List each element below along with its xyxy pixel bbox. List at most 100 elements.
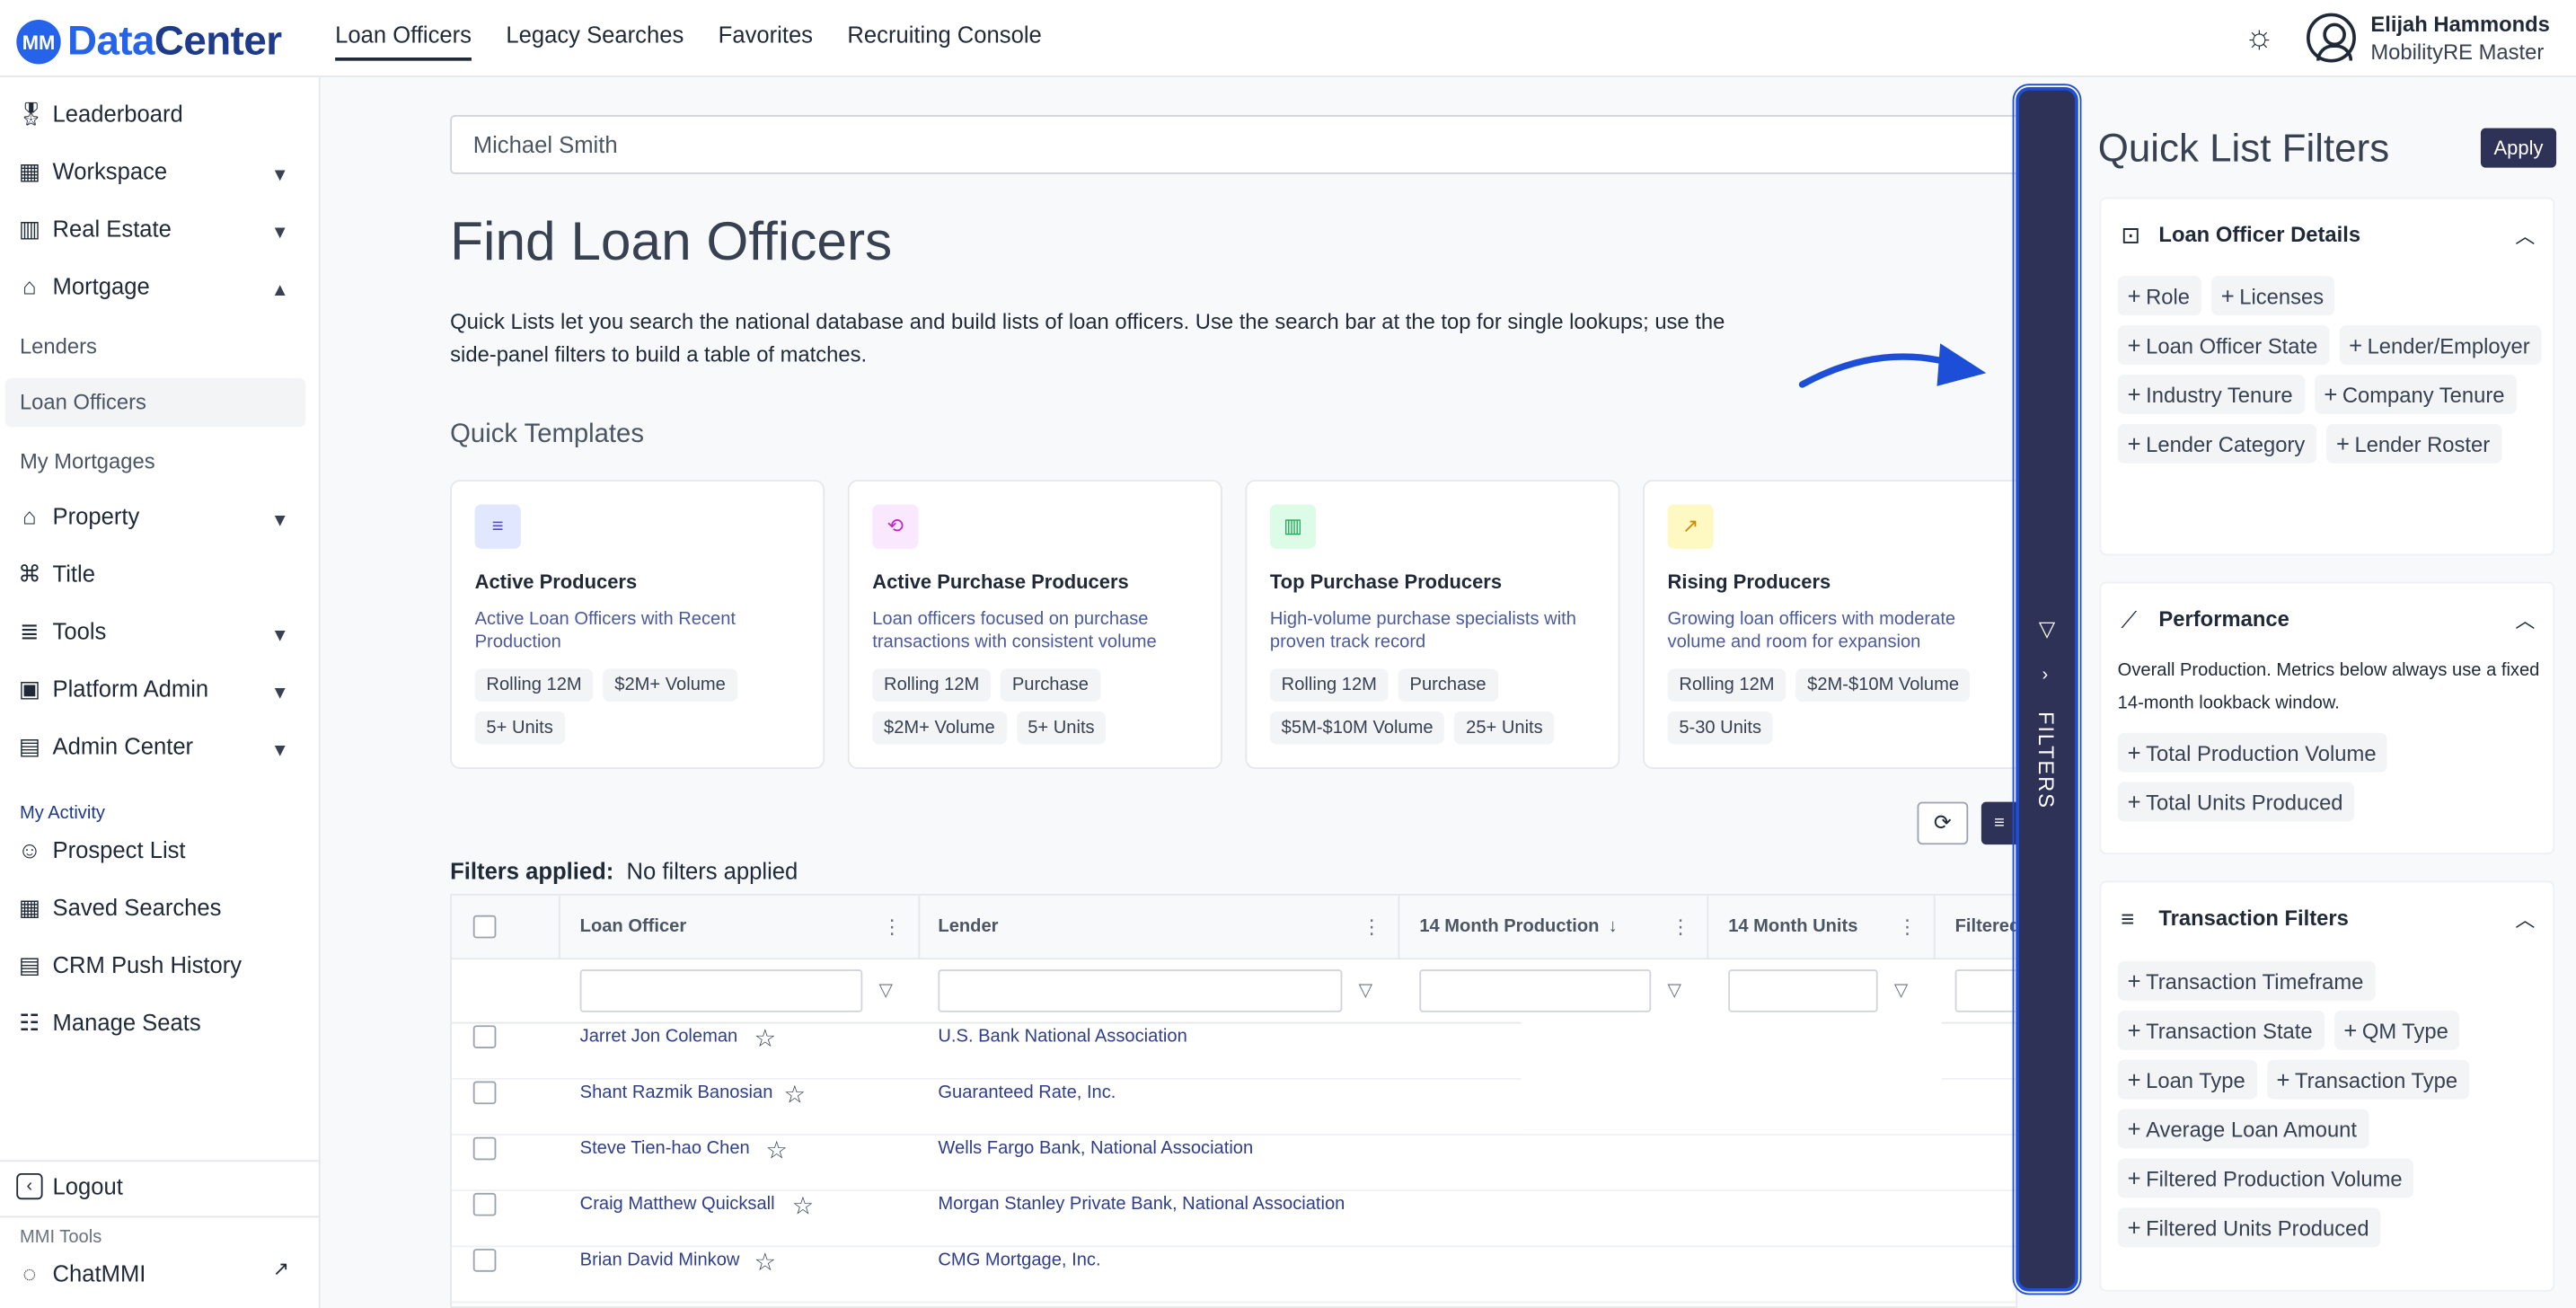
star-icon[interactable]: ☆ (765, 1136, 788, 1165)
sidebar-item-title[interactable]: ⌘ Title (16, 561, 95, 587)
lender-link[interactable]: Wells Fargo Bank, National Association (938, 1139, 1253, 1159)
filter-toggle-button[interactable]: ≡ (1981, 801, 2018, 845)
filter-pill-average-loan-amount[interactable]: Average Loan Amount (2117, 1109, 2369, 1149)
column-header-14-month-units[interactable]: 14 Month Units (1728, 917, 1857, 937)
row-checkbox[interactable] (472, 1081, 497, 1105)
filter-pill-company-tenure[interactable]: Company Tenure (2314, 375, 2517, 414)
loan-officer-link[interactable]: Craig Matthew Quicksall (580, 1195, 775, 1215)
tab-loan-officers[interactable]: Loan Officers (335, 0, 472, 61)
units-filter-input[interactable] (1728, 969, 1878, 1012)
refresh-button[interactable]: ⟳ (1917, 801, 1969, 845)
filter-pill-loan-officer-state[interactable]: Loan Officer State (2117, 325, 2330, 366)
funnel-icon[interactable]: ▽ (879, 979, 893, 1001)
chevron-up-icon[interactable]: ︿ (2515, 606, 2535, 634)
row-checkbox[interactable] (472, 1192, 497, 1216)
star-icon[interactable]: ☆ (783, 1080, 806, 1109)
filtered-filter-input[interactable] (1954, 969, 2016, 1012)
funnel-icon[interactable]: ▽ (1668, 979, 1681, 1001)
filter-pill-lender-employer[interactable]: Lender/Employer (2339, 325, 2542, 366)
sidebar-item-platform-admin[interactable]: ▣ Platform Admin (16, 676, 208, 702)
column-header-loan-officer[interactable]: Loan Officer (580, 917, 687, 937)
theme-toggle-sun-icon[interactable]: ☼ (2245, 20, 2275, 57)
column-menu-icon[interactable]: ⋮ (882, 915, 902, 939)
user-avatar-icon[interactable] (2307, 13, 2356, 63)
sidebar-item-admin-center[interactable]: ▤ Admin Center (16, 733, 193, 759)
sidebar-item-mortgage[interactable]: ⌂ Mortgage (16, 273, 150, 299)
lender-link[interactable]: Guaranteed Rate, Inc. (938, 1083, 1116, 1102)
filter-pill-transaction-state[interactable]: Transaction State (2117, 1010, 2325, 1050)
filter-pill-industry-tenure[interactable]: Industry Tenure (2117, 375, 2305, 414)
sidebar-item-lenders[interactable]: Lenders (20, 333, 97, 358)
star-icon[interactable]: ☆ (754, 1247, 777, 1277)
row-checkbox[interactable] (472, 1249, 497, 1272)
tab-favorites[interactable]: Favorites (719, 0, 813, 77)
chevron-down-icon[interactable]: ▼ (271, 626, 289, 646)
search-input[interactable] (450, 115, 2028, 174)
filter-pill-licenses[interactable]: Licenses (2210, 276, 2335, 316)
sort-desc-icon[interactable]: ↓ (1609, 917, 1618, 937)
sidebar-item-crm-push-history[interactable]: ▤ CRM Push History (16, 951, 242, 977)
logout-button[interactable]: ‹ Logout (16, 1172, 123, 1200)
sidebar-item-saved-searches[interactable]: ▦ Saved Searches (16, 894, 222, 920)
filter-pill-transaction-timeframe[interactable]: Transaction Timeframe (2117, 961, 2376, 1001)
sidebar-item-my-mortgages[interactable]: My Mortgages (20, 448, 155, 473)
filter-pill-transaction-type[interactable]: Transaction Type (2266, 1059, 2469, 1100)
filter-pill-loan-type[interactable]: Loan Type (2117, 1059, 2257, 1100)
chevron-down-icon[interactable]: ▼ (271, 684, 289, 703)
star-icon[interactable]: ☆ (754, 1024, 777, 1053)
loan-officer-link[interactable]: Brian David Minkow (580, 1251, 740, 1270)
template-card[interactable]: ⟲ Active Purchase Producers Loan officer… (847, 480, 1222, 770)
apply-button[interactable]: Apply (2480, 128, 2557, 168)
sidebar-item-manage-seats[interactable]: ☷ Manage Seats (16, 1009, 200, 1035)
logo[interactable]: MM DataCenter (16, 18, 282, 66)
filter-pill-filtered-units-produced[interactable]: Filtered Units Produced (2117, 1207, 2381, 1248)
select-all-checkbox[interactable] (472, 915, 497, 939)
lender-link[interactable]: CMG Mortgage, Inc. (938, 1251, 1100, 1270)
row-checkbox[interactable] (472, 1025, 497, 1048)
loan-officer-filter-input[interactable] (579, 969, 863, 1012)
chevron-down-icon[interactable]: ▼ (271, 741, 289, 761)
loan-officer-link[interactable]: Steve Tien-hao Chen (580, 1139, 750, 1159)
sidebar-item-leaderboard[interactable]: 🎖 Leaderboard (16, 101, 182, 127)
chevron-down-icon[interactable]: ▼ (271, 224, 289, 243)
filter-pill-role[interactable]: Role (2117, 276, 2201, 316)
template-card[interactable]: ↗ Rising Producers Growing loan officers… (1643, 480, 2025, 770)
filter-pill-total-production-volume[interactable]: Total Production Volume (2117, 732, 2388, 773)
lender-link[interactable]: U.S. Bank National Association (938, 1027, 1187, 1047)
funnel-icon[interactable]: ▽ (1894, 979, 1908, 1001)
column-menu-icon[interactable]: ⋮ (1898, 915, 1918, 939)
column-menu-icon[interactable]: ⋮ (1671, 915, 1690, 939)
filter-pill-total-units-produced[interactable]: Total Units Produced (2117, 782, 2355, 822)
column-header-filtered[interactable]: Filtered (1955, 917, 2016, 937)
funnel-icon[interactable]: ▽ (1359, 979, 1372, 1001)
filter-pill-lender-category[interactable]: Lender Category (2117, 423, 2317, 464)
filter-pill-lender-roster[interactable]: Lender Roster (2326, 423, 2501, 464)
column-menu-icon[interactable]: ⋮ (1362, 915, 1381, 939)
loan-officer-link[interactable]: Shant Razmik Banosian (580, 1083, 773, 1102)
filter-pill-filtered-production-volume[interactable]: Filtered Production Volume (2117, 1158, 2414, 1198)
row-checkbox[interactable] (472, 1136, 497, 1161)
sidebar-item-property[interactable]: ⌂ Property (16, 503, 139, 529)
star-icon[interactable]: ☆ (792, 1191, 815, 1221)
loan-officer-link[interactable]: Jarret Jon Coleman (580, 1027, 738, 1047)
filters-panel-toggle[interactable]: ▽ › FILTERS (2012, 84, 2082, 1295)
chevron-up-icon[interactable]: ︿ (2515, 222, 2535, 250)
sidebar-item-chatmmi[interactable]: ◌ ChatMMI (16, 1260, 146, 1286)
chevron-up-icon[interactable]: ︿ (2515, 906, 2535, 933)
sidebar-item-real-estate[interactable]: ▥ Real Estate (16, 216, 172, 242)
external-link-icon[interactable]: ↗ (273, 1257, 289, 1280)
sidebar-item-tools[interactable]: ≣ Tools (16, 618, 106, 644)
chevron-down-icon[interactable]: ▼ (271, 166, 289, 186)
chevron-down-icon[interactable]: ▼ (271, 511, 289, 531)
template-card[interactable]: ▥ Top Purchase Producers High-volume pur… (1245, 480, 1620, 770)
template-card[interactable]: ≡ Active Producers Active Loan Officers … (450, 480, 825, 770)
lender-filter-input[interactable] (938, 969, 1343, 1012)
sidebar-item-loan-officers[interactable]: Loan Officers (4, 377, 306, 428)
chevron-up-icon[interactable]: ▲ (271, 281, 289, 301)
sidebar-item-prospect-list[interactable]: ☺ Prospect List (16, 836, 186, 862)
filter-pill-qm-type[interactable]: QM Type (2333, 1010, 2460, 1050)
lender-link[interactable]: Morgan Stanley Private Bank, National As… (938, 1195, 1345, 1215)
production-filter-input[interactable] (1419, 969, 1652, 1012)
column-header-lender[interactable]: Lender (938, 917, 998, 937)
sidebar-item-workspace[interactable]: ▦ Workspace (16, 158, 167, 184)
